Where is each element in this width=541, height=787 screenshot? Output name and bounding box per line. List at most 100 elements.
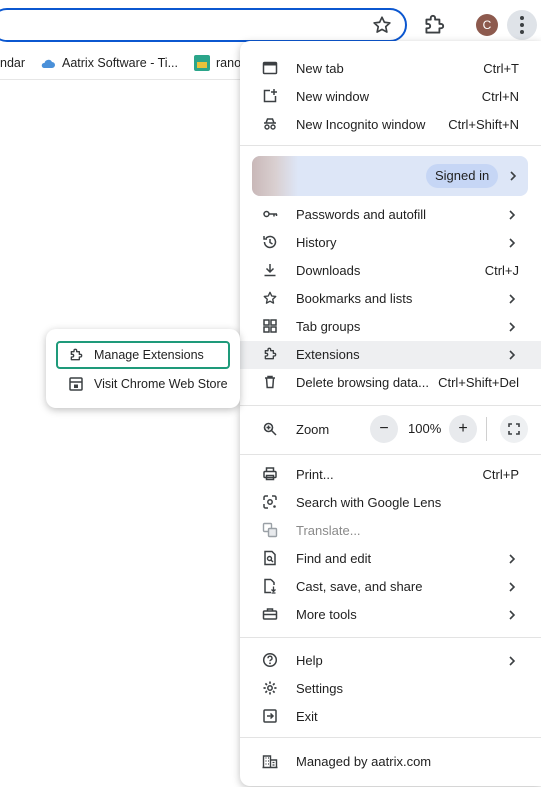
menu-item-label: Print... — [296, 467, 334, 482]
menu-item-translate: Translate... — [240, 517, 541, 545]
menu-item-find-and-edit[interactable]: Find and edit — [240, 545, 541, 573]
menu-item-label: Tab groups — [296, 319, 361, 334]
bookmark-item[interactable]: Aatrix Software - Ti... — [62, 56, 178, 70]
chevron-right-icon — [507, 236, 517, 250]
menu-item-label: Translate... — [296, 523, 361, 538]
submenu-item-label: Manage Extensions — [94, 348, 204, 362]
extensions-icon — [68, 347, 84, 363]
menu-item-cast-save-and-share[interactable]: Cast, save, and share — [240, 573, 541, 601]
menu-item-downloads[interactable]: Downloads Ctrl+J — [240, 257, 541, 285]
toolbox-icon — [262, 606, 278, 622]
menu-item-print[interactable]: Print... Ctrl+P — [240, 461, 541, 489]
history-icon — [262, 234, 278, 250]
translate-icon — [262, 522, 278, 538]
menu-item-label: Exit — [296, 709, 318, 724]
chevron-right-icon — [507, 608, 517, 622]
download-icon — [262, 262, 278, 278]
visit-chrome-web-store-item[interactable]: Visit Chrome Web Store — [56, 370, 230, 398]
avatar[interactable]: C — [476, 14, 498, 36]
menu-item-label: History — [296, 235, 337, 250]
menu-item-shortcut: Ctrl+Shift+Del — [438, 375, 519, 390]
manage-extensions-item[interactable]: Manage Extensions — [56, 341, 230, 369]
bookmark-item[interactable]: ndar — [0, 56, 25, 70]
chevron-right-icon — [507, 320, 517, 334]
menu-item-delete-browsing-data[interactable]: Delete browsing data... Ctrl+Shift+Del — [240, 369, 541, 397]
menu-item-tab-groups[interactable]: Tab groups — [240, 313, 541, 341]
menu-divider — [240, 405, 541, 406]
incognito-icon — [262, 116, 278, 132]
menu-item-extensions[interactable]: Extensions — [240, 341, 541, 369]
menu-item-label: Managed by aatrix.com — [296, 754, 432, 769]
bookmark-item[interactable]: rano — [216, 56, 241, 70]
signed-in-badge: Signed in — [426, 164, 499, 188]
chevron-right-icon — [507, 654, 517, 668]
web-store-icon — [68, 376, 84, 392]
menu-divider — [240, 454, 541, 455]
trash-icon — [262, 374, 278, 390]
menu-item-label: New Incognito window — [296, 117, 426, 132]
zoom-in-button[interactable]: + — [449, 415, 477, 443]
chrome-main-menu: New tab Ctrl+T New window Ctrl+N New Inc… — [240, 41, 541, 786]
menu-item-shortcut: Ctrl+Shift+N — [448, 117, 519, 132]
menu-item-label: Passwords and autofill — [296, 207, 427, 222]
profile-avatar — [252, 156, 298, 196]
menu-item-label: Find and edit — [296, 551, 372, 566]
menu-item-new-tab[interactable]: New tab Ctrl+T — [240, 55, 541, 83]
menu-divider — [240, 637, 541, 638]
menu-item-label: Delete browsing data... — [296, 375, 429, 390]
extensions-icon — [262, 346, 278, 362]
lens-icon — [262, 494, 278, 510]
menu-item-managed-by[interactable]: Managed by aatrix.com — [240, 748, 541, 776]
menu-item-exit[interactable]: Exit — [240, 703, 541, 731]
star-icon[interactable] — [371, 14, 393, 36]
menu-divider — [240, 737, 541, 738]
menu-item-label: Help — [296, 653, 323, 668]
help-icon — [262, 652, 278, 668]
fullscreen-button[interactable] — [500, 415, 528, 443]
menu-item-history[interactable]: History — [240, 229, 541, 257]
zoom-out-button[interactable]: − — [370, 415, 398, 443]
key-icon — [262, 206, 278, 222]
menu-item-settings[interactable]: Settings — [240, 675, 541, 703]
cloud-icon — [40, 57, 56, 71]
chevron-right-icon — [507, 208, 517, 222]
find-icon — [262, 550, 278, 566]
zoom-level: 100% — [408, 421, 442, 436]
chevron-right-icon — [507, 292, 517, 306]
grid-icon — [262, 318, 278, 334]
menu-item-bookmarks-and-lists[interactable]: Bookmarks and lists — [240, 285, 541, 313]
profile-row[interactable]: Signed in — [252, 156, 528, 196]
menu-item-help[interactable]: Help — [240, 647, 541, 675]
menu-item-label: Cast, save, and share — [296, 579, 423, 594]
menu-item-label: New window — [296, 89, 369, 104]
address-bar[interactable] — [0, 8, 407, 42]
extensions-icon[interactable] — [421, 12, 447, 38]
exit-icon — [262, 708, 278, 724]
kebab-menu-icon[interactable] — [507, 10, 537, 40]
zoom-row: Zoom − 100% + — [240, 413, 541, 445]
menu-item-label: Bookmarks and lists — [296, 291, 413, 306]
menu-item-shortcut: Ctrl+T — [483, 61, 519, 76]
menu-item-search-with-google-lens[interactable]: Search with Google Lens — [240, 489, 541, 517]
menu-item-passwords-and-autofill[interactable]: Passwords and autofill — [240, 201, 541, 229]
star-icon — [262, 290, 278, 306]
menu-item-label: Downloads — [296, 263, 361, 278]
menu-item-shortcut: Ctrl+P — [482, 467, 519, 482]
menu-divider — [240, 145, 541, 146]
zoom-icon — [262, 421, 278, 437]
menu-item-label: More tools — [296, 607, 357, 622]
menu-item-label: Extensions — [296, 347, 360, 362]
menu-item-more-tools[interactable]: More tools — [240, 601, 541, 629]
site-favicon-icon — [194, 55, 210, 71]
chevron-right-icon — [507, 580, 517, 594]
menu-item-new-incognito-window[interactable]: New Incognito window Ctrl+Shift+N — [240, 111, 541, 139]
cast-save-icon — [262, 578, 278, 594]
chevron-right-icon — [507, 348, 517, 362]
gear-icon — [262, 680, 278, 696]
new-tab-icon — [262, 60, 278, 76]
menu-item-new-window[interactable]: New window Ctrl+N — [240, 83, 541, 111]
menu-item-label: Search with Google Lens — [296, 495, 442, 510]
printer-icon — [262, 466, 278, 482]
building-icon — [262, 753, 278, 769]
menu-item-label: New tab — [296, 61, 344, 76]
